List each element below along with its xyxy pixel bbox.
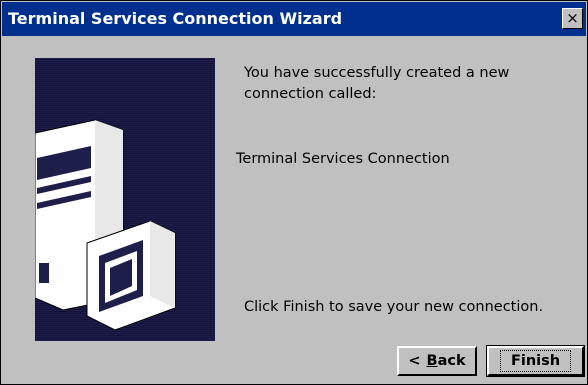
finish-prompt: Click Finish to save your new connection… [244,299,544,315]
wizard-illustration [35,58,215,341]
window-title: Terminal Services Connection Wizard [8,9,343,28]
back-label-rest: ack [437,353,466,369]
title-bar[interactable]: Terminal Services Connection Wizard × [2,2,586,36]
back-mnemonic: B [426,353,438,369]
server-monitor-icon [35,119,176,331]
back-button[interactable]: < Back [397,346,477,376]
finish-label: Finish [499,350,572,372]
connection-name: Terminal Services Connection [236,151,450,167]
wizard-window: Terminal Services Connection Wizard × Yo… [0,0,588,385]
finish-button[interactable]: Finish [486,345,585,377]
success-message: You have successfully created a new conn… [244,65,510,102]
back-arrow-icon: < [408,353,421,369]
close-icon: × [566,9,579,27]
close-button[interactable]: × [562,8,583,29]
